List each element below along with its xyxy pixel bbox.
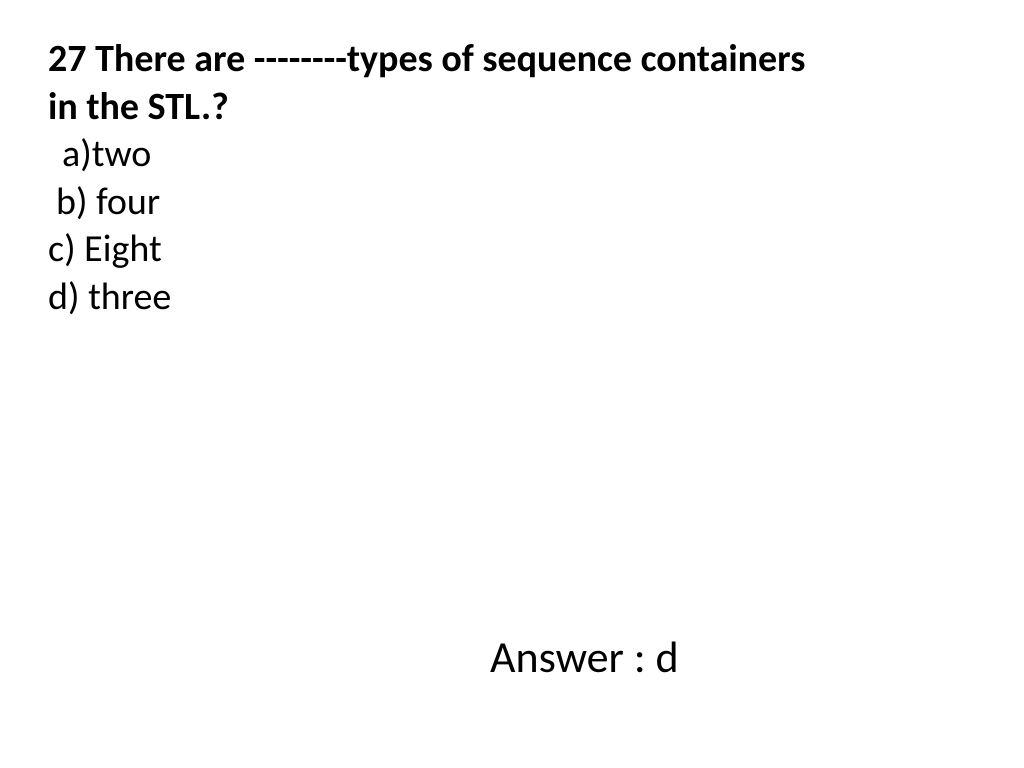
options-list: a)two b) four c) Eight d) three — [48, 131, 984, 321]
option-c: c) Eight — [48, 226, 984, 274]
option-a: a)two — [48, 131, 984, 179]
option-d: d) three — [48, 274, 984, 322]
question-block: 27 There are --------types of sequence c… — [48, 36, 984, 321]
option-b: b) four — [48, 179, 984, 227]
question-text: 27 There are --------types of sequence c… — [48, 36, 984, 131]
slide: 27 There are --------types of sequence c… — [0, 0, 1024, 768]
answer-label: Answer : d — [490, 630, 679, 684]
question-line-2: in the STL.? — [48, 84, 229, 130]
question-line-1: 27 There are --------types of sequence c… — [48, 36, 805, 82]
